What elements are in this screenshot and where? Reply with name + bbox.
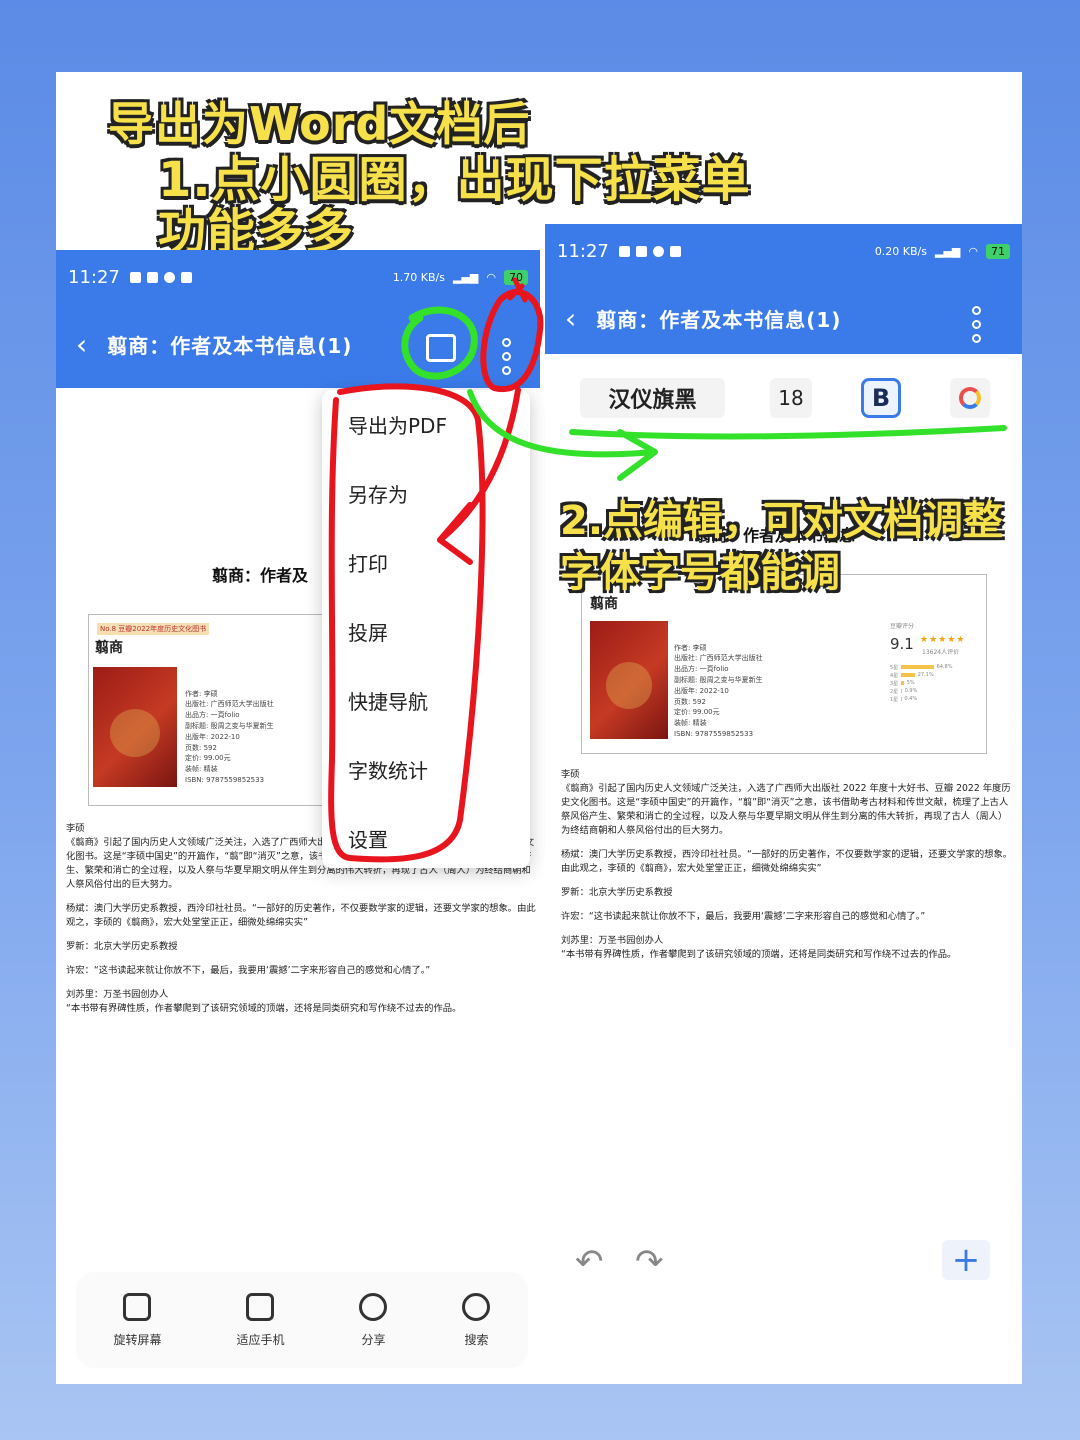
left-title-row: ‹ 翦商：作者及本书信息(1) [56,328,540,361]
rating-bar-label: 2星 [890,688,899,695]
fit-screen-icon [246,1292,275,1321]
bold-button[interactable]: B [861,378,901,418]
edit-icon[interactable] [426,334,456,362]
text-color-button[interactable] [950,378,990,418]
plus-icon[interactable]: + [942,1240,990,1280]
left-app-bar: 11:27 1.70 KB/s ▂▄▆ ◠ 70 ‹ 翦商：作者及本书信息(1) [56,250,540,388]
book-tag: No.8 豆瓣2022年度历史文化图书 [97,623,210,635]
wifi-icon: ◠ [486,270,496,284]
menu-cast[interactable]: 投屏 [322,617,530,686]
book-card: 翦商 作者: 李硕 出版社: 广西师范大学出版社 出品方: 一頁folio 副标题: … [581,574,987,754]
menu-export-pdf[interactable]: 导出为PDF [322,410,530,479]
rating-bar-fill [901,681,904,685]
doc-body: 李硕 《翦商》引起了国内历史人文领域广泛关注，入选了广西师大出版社 2022 年… [561,769,1013,960]
status-notification-icons [129,271,192,283]
menu-settings[interactable]: 设置 [322,824,530,893]
book-cover-image [93,667,177,787]
dropdown-menu: 导出为PDF 另存为 打印 投屏 快捷导航 字数统计 设置 [322,390,530,868]
fit-phone-button[interactable]: 适应手机 [236,1292,285,1348]
rating-bar-row: 4星 27.1% [890,671,952,679]
rating-bar-row: 1星 0.4% [890,695,952,703]
more-menu-icon[interactable] [972,306,981,343]
status-right-icons: 1.70 KB/s ▂▄▆ ◠ 70 [392,269,528,285]
step2-line-2: 字体字号都能调 [560,550,840,596]
right-app-bar: 11:27 0.20 KB/s ▂▄▆ ◠ 71 ‹ 翦商：作者及本书信息(1) [545,224,1022,354]
rating-score: 9.1 [890,635,914,653]
rating-label: 豆瓣评分 [890,623,915,630]
rating-bar-label: 3星 [890,680,899,687]
rating-bar-row: 3星 5% [890,679,952,687]
search-button[interactable]: 搜索 [462,1292,491,1348]
more-menu-icon[interactable] [502,338,511,375]
left-status-bar: 11:27 1.70 KB/s ▂▄▆ ◠ 70 [56,264,540,290]
doc-title-bar: 翦商：作者及本书信息(1) [596,308,842,332]
back-icon[interactable]: ‹ [565,302,576,335]
book-card: No.8 豆瓣2022年度历史文化图书 翦商 作者: 李硕 出版社: 广西师范大学… [88,614,338,806]
rating-count: 13624人评价 [922,649,960,656]
rating-bar-pct: 64.8% [936,664,953,670]
rating-bar-fill [901,665,934,669]
right-title-row: ‹ 翦商：作者及本书信息(1) [545,302,1022,335]
font-family-select[interactable]: 汉仪旗黑 [580,378,725,418]
book-meta: 作者: 李硕 出版社: 广西师范大学出版社 出品方: 一頁folio 副标题: 殷周之… [185,689,274,784]
doc-title-bar: 翦商：作者及本书信息(1) [107,334,353,358]
right-phone-screen: 11:27 0.20 KB/s ▂▄▆ ◠ 71 ‹ 翦商：作者及本书信息(1)… [545,224,1022,1382]
status-right-icons: 0.20 KB/s ▂▄▆ ◠ 71 [874,243,1010,259]
menu-save-as[interactable]: 另存为 [322,479,530,548]
redo-icon[interactable]: ↷ [635,1242,664,1282]
rating-stars: ★★★★★ [920,635,966,645]
rotate-screen-button[interactable]: 旋转屏幕 [113,1292,162,1348]
rating-bar-pct: 0.9% [904,688,918,694]
book-meta: 作者: 李硕 出版社: 广西师范大学出版社 出品方: 一頁folio 副标题: 殷周之… [674,643,763,738]
menu-print[interactable]: 打印 [322,548,530,617]
book-cover-image [590,621,668,739]
doc-heading: 翦商：作者及 [212,566,309,585]
battery-icon: 70 [504,269,528,285]
net-speed: 0.20 KB/s [874,244,927,258]
rating-bar-pct: 27.1% [917,672,934,678]
status-time: 11:27 [557,240,609,262]
rating-bar-label: 5星 [890,664,899,671]
rating-bar-pct: 0.4% [904,696,918,702]
status-time: 11:27 [68,266,120,288]
rating-bar-pct: 5% [906,680,915,686]
bottom-toolbar: 旋转屏幕 适应手机 分享 搜索 [76,1272,528,1368]
search-icon [462,1292,491,1321]
right-status-bar: 11:27 0.20 KB/s ▂▄▆ ◠ 71 [545,238,1022,264]
step2-line-1: 2.点编辑，可对文档调整 [560,498,1004,544]
menu-quick-nav[interactable]: 快捷导航 [322,686,530,755]
back-icon[interactable]: ‹ [76,328,87,361]
color-wheel-icon [959,387,981,409]
book-name: 翦商 [95,640,123,656]
signal-icon: ▂▄▆ [935,244,961,258]
undo-icon[interactable]: ↶ [575,1242,604,1282]
rating-bar-fill [901,673,915,677]
status-notification-icons [618,245,681,257]
rating-bars: 5星 64.8% 4星 27.1% 3星 5% 2星 0.9% 1星 0.4% [890,663,952,703]
rotate-icon [123,1292,152,1321]
rating-bar-label: 4星 [890,672,899,679]
wifi-icon: ◠ [968,244,978,258]
rating-bar-row: 5星 64.8% [890,663,952,671]
rating-bar-row: 2星 0.9% [890,687,952,695]
font-size-select[interactable]: 18 [770,378,812,418]
share-button[interactable]: 分享 [359,1292,388,1348]
signal-icon: ▂▄▆ [453,270,479,284]
battery-icon: 71 [986,243,1010,259]
menu-word-count[interactable]: 字数统计 [322,755,530,824]
rating-bar-label: 1星 [890,696,899,703]
net-speed: 1.70 KB/s [392,270,445,284]
share-icon [359,1292,388,1321]
